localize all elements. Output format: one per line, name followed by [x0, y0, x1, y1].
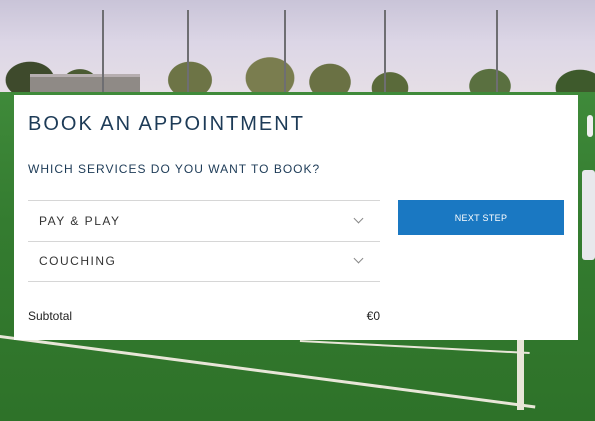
services-question: WHICH SERVICES DO YOU WANT TO BOOK?: [28, 162, 321, 176]
player-figure: [587, 115, 593, 137]
page-title: BOOK AN APPOINTMENT: [28, 113, 305, 135]
chevron-down-icon: [353, 253, 364, 264]
player-figure: [582, 170, 595, 260]
light-pole: [496, 10, 498, 96]
service-label: COUCHING: [39, 254, 117, 268]
light-pole: [284, 10, 286, 96]
service-dropdown-pay-and-play[interactable]: PAY & PLAY: [28, 200, 380, 242]
next-step-button[interactable]: NEXT STEP: [398, 200, 564, 235]
light-pole: [102, 10, 104, 96]
service-dropdown-couching[interactable]: COUCHING: [28, 241, 380, 282]
chevron-down-icon: [353, 213, 364, 224]
court-line: [517, 340, 524, 410]
light-pole: [384, 10, 386, 96]
service-label: PAY & PLAY: [39, 214, 121, 228]
subtotal-value: €0: [366, 309, 380, 323]
booking-card: BOOK AN APPOINTMENT WHICH SERVICES DO YO…: [14, 95, 578, 340]
light-pole: [187, 10, 189, 96]
subtotal-label: Subtotal: [28, 309, 73, 323]
